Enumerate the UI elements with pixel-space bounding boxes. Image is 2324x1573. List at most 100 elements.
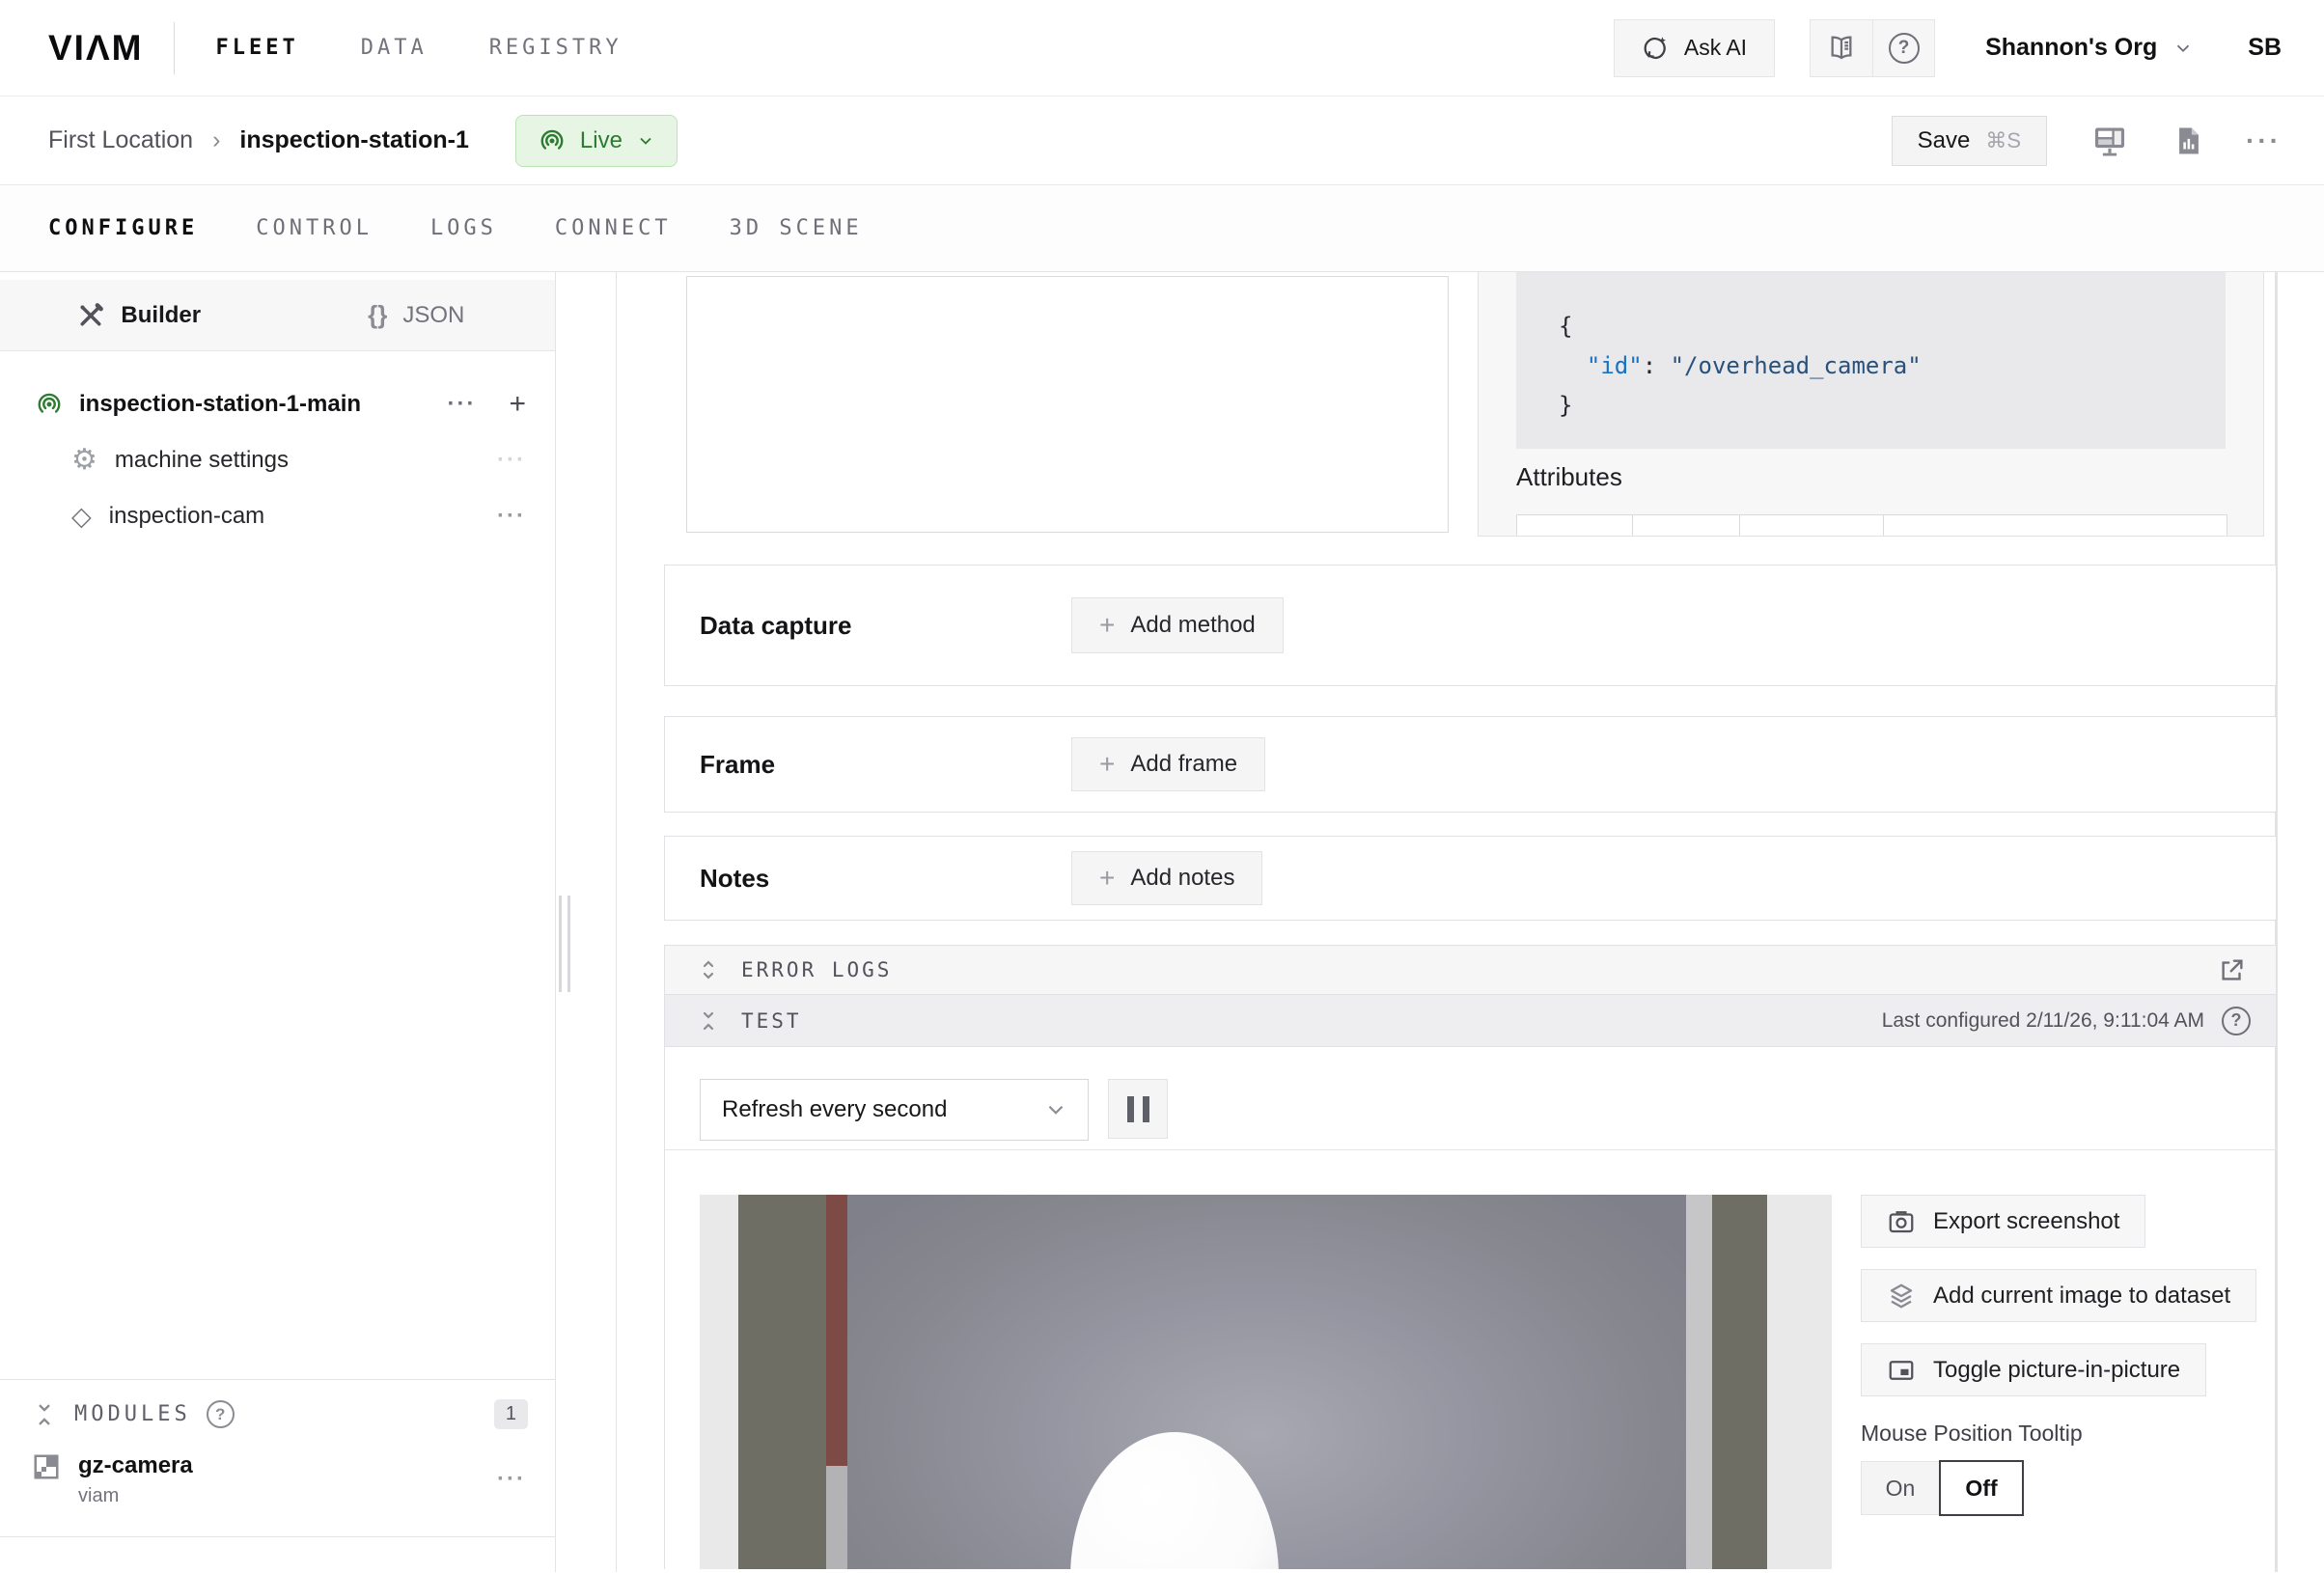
save-label: Save	[1918, 127, 1971, 154]
machine-tabs: CONFIGURE CONTROL LOGS CONNECT 3D SCENE	[0, 185, 2324, 272]
tab-configure[interactable]: CONFIGURE	[48, 216, 198, 240]
tooltip-off-button[interactable]: Off	[1939, 1460, 2024, 1516]
tree-item-machine-part[interactable]: inspection-station-1-main ··· +	[0, 376, 555, 432]
data-capture-label: Data capture	[700, 611, 1071, 641]
topbar-divider	[174, 22, 175, 74]
toggle-pip-button[interactable]: Toggle picture-in-picture	[1861, 1343, 2206, 1396]
breadcrumb-separator: ›	[212, 126, 220, 154]
plus-icon: +	[1099, 865, 1115, 892]
machine-header-bar: First Location › inspection-station-1 Li…	[0, 97, 2324, 185]
machine-monitor-button[interactable]	[2091, 123, 2128, 159]
braces-icon: {}	[368, 300, 387, 330]
documentation-button[interactable]	[1811, 20, 1872, 76]
chevron-down-icon	[2172, 38, 2194, 59]
refresh-rate-value: Refresh every second	[722, 1096, 1043, 1123]
chevron-down-icon	[1043, 1097, 1068, 1122]
ask-ai-sparkle-icon	[1642, 34, 1671, 63]
open-external-icon[interactable]	[2218, 955, 2247, 984]
camera-scene-stripe-base	[826, 1466, 847, 1569]
module-icon	[32, 1452, 61, 1481]
attributes-label: Attributes	[1516, 462, 2263, 492]
module-item-gz-camera[interactable]: gz-camera viam ···	[0, 1429, 555, 1507]
attributes-table[interactable]	[1516, 514, 2227, 536]
error-logs-bar[interactable]: ERROR LOGS	[664, 945, 2277, 995]
builder-label: Builder	[121, 302, 201, 329]
machine-status-dropdown[interactable]: Live	[515, 115, 678, 167]
tree-item-more-menu[interactable]: ···	[497, 447, 526, 474]
tree-item-machine-settings[interactable]: ⚙ machine settings ···	[0, 432, 555, 488]
sidebar-drag-handle[interactable]	[559, 896, 570, 992]
book-icon	[1826, 33, 1857, 64]
machine-report-button[interactable]	[2172, 124, 2205, 157]
tree-item-label: machine settings	[115, 447, 289, 474]
plus-icon: +	[1099, 612, 1115, 639]
add-notes-button[interactable]: + Add notes	[1071, 851, 1262, 905]
tree-item-more-menu[interactable]: ···	[497, 503, 526, 530]
tab-control[interactable]: CONTROL	[256, 216, 373, 240]
json-mode-button[interactable]: {} JSON	[278, 280, 556, 350]
plus-icon: +	[1099, 751, 1115, 778]
camera-scene-sphere	[1070, 1432, 1279, 1569]
tree-item-more-menu[interactable]: ···	[447, 391, 476, 418]
save-button[interactable]: Save ⌘S	[1892, 116, 2047, 166]
json-label: JSON	[402, 302, 464, 329]
machine-more-menu[interactable]: ···	[2246, 125, 2282, 156]
org-name: Shannon's Org	[1985, 34, 2157, 62]
module-name: gz-camera	[78, 1452, 193, 1479]
topnav-data[interactable]: DATA	[361, 36, 428, 60]
camera-icon	[1887, 1207, 1916, 1236]
builder-mode-button[interactable]: Builder	[0, 280, 278, 350]
help-button[interactable]: ?	[1872, 20, 1934, 76]
mouse-tooltip-toggle: On Off	[1861, 1460, 2024, 1516]
tab-logs[interactable]: LOGS	[430, 216, 497, 240]
module-more-menu[interactable]: ···	[497, 1466, 526, 1493]
config-code-block[interactable]: { "id": "/overhead_camera" }	[1516, 272, 2226, 449]
viam-logo[interactable]: VIΛM	[48, 28, 143, 69]
add-component-button[interactable]: +	[509, 388, 526, 421]
frame-label: Frame	[700, 750, 1071, 780]
add-to-dataset-button[interactable]: Add current image to dataset	[1861, 1269, 2256, 1322]
tree-item-label: inspection-cam	[109, 503, 264, 530]
add-frame-button[interactable]: + Add frame	[1071, 737, 1265, 791]
tab-connect[interactable]: CONNECT	[555, 216, 672, 240]
broadcast-icon	[35, 390, 64, 419]
org-switcher[interactable]: Shannon's Org	[1985, 34, 2194, 62]
machine-name: inspection-station-1	[239, 126, 469, 154]
add-method-button[interactable]: + Add method	[1071, 597, 1284, 653]
data-capture-card: Data capture + Add method	[664, 565, 2277, 686]
gear-icon: ⚙	[71, 446, 97, 475]
config-main-pane: { "id": "/overhead_camera" } Attributes …	[617, 272, 2275, 1572]
camera-scene-strip-right	[1686, 1195, 1712, 1569]
collapse-icon	[32, 1402, 57, 1427]
main-scroll-gutter[interactable]	[2275, 272, 2324, 1572]
modules-header[interactable]: MODULES ? 1	[0, 1399, 555, 1429]
save-shortcut: ⌘S	[1985, 128, 2021, 153]
pause-refresh-button[interactable]	[1108, 1079, 1168, 1139]
modules-title: MODULES	[74, 1402, 191, 1426]
pause-icon	[1143, 1096, 1149, 1122]
export-screenshot-button[interactable]: Export screenshot	[1861, 1195, 2145, 1248]
error-logs-title: ERROR LOGS	[741, 958, 892, 981]
tab-3d-scene[interactable]: 3D SCENE	[730, 216, 863, 240]
tooltip-on-button[interactable]: On	[1861, 1461, 1940, 1515]
help-icon[interactable]: ?	[2222, 1007, 2251, 1035]
camera-scene-wall-right	[1712, 1195, 1767, 1569]
camera-scene-wall-left	[738, 1195, 826, 1569]
ask-ai-label: Ask AI	[1684, 35, 1747, 61]
topnav-fleet[interactable]: FLEET	[215, 36, 298, 60]
layers-icon	[1887, 1282, 1916, 1311]
refresh-rate-select[interactable]: Refresh every second	[700, 1079, 1089, 1141]
help-icon: ?	[207, 1400, 235, 1428]
avatar[interactable]: SB	[2248, 34, 2282, 62]
viam-app-window: VIΛM FLEET DATA REGISTRY Ask AI	[0, 0, 2324, 1573]
camera-test-row: Export screenshot Add current image to	[665, 1195, 2276, 1569]
topnav-registry[interactable]: REGISTRY	[489, 36, 622, 60]
frame-card: Frame + Add frame	[664, 716, 2277, 813]
test-section-bar[interactable]: TEST Last configured 2/11/26, 9:11:04 AM…	[664, 995, 2277, 1047]
breadcrumb-location[interactable]: First Location	[48, 126, 193, 154]
camera-live-feed[interactable]	[700, 1195, 1832, 1569]
code-key: "id"	[1587, 352, 1643, 379]
modules-help-button[interactable]: ?	[207, 1400, 235, 1428]
ask-ai-button[interactable]: Ask AI	[1614, 19, 1775, 77]
tree-item-inspection-cam[interactable]: ◇ inspection-cam ···	[0, 488, 555, 544]
